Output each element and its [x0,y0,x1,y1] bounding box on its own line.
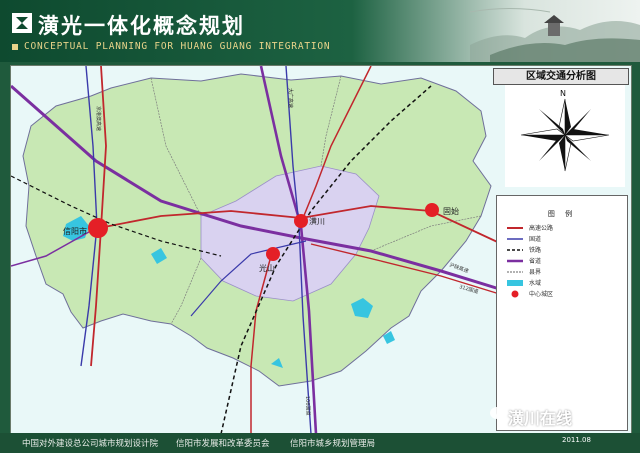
watermark-text: 潢川在线 [508,409,573,428]
svg-text:N: N [560,89,566,98]
page-title: 潢光一体化概念规划 [38,14,245,38]
logo-icon [12,13,32,33]
city-marker-xinyang [88,218,108,238]
legend-title: 图 例 [547,210,577,218]
legend-item: 水域 [507,279,617,287]
panel-title: 区域交通分析图 [493,68,629,85]
footer-org-3: 信阳市城乡规划管理局 [290,439,376,449]
railway-line-icon [507,249,523,251]
footer-org-2: 信阳市发展和改革委员会 [176,439,270,449]
legend-item: 国道 [507,235,617,243]
center-city-dot-icon [511,290,519,298]
road-label: 京港澳高速 [95,106,102,131]
water-swatch-icon [507,280,523,286]
landscape-illustration [470,8,640,62]
legend-item: 县界 [507,268,617,276]
legend-item: 中心城区 [507,290,617,298]
footer-org-1: 中国对外建设总公司城市规划设计院 [22,439,159,449]
legend-item: 铁路 [507,246,617,254]
footer-bar: 中国对外建设总公司城市规划设计院 信阳市发展和改革委员会 信阳市城乡规划管理局 [0,433,640,453]
city-label-huangchuan: 潢川 [309,216,325,226]
provincial-road-line-icon [507,259,523,263]
north-arrow-icon: N [520,89,610,172]
city-label-gushi: 固始 [443,206,459,216]
legend-item: 省道 [507,257,617,265]
city-marker-guangshan [266,247,280,261]
legend-item: 高速公路 [507,224,617,232]
national-road-line-icon [507,238,523,240]
legend-panel: 图 例 高速公路 国道 铁路 省道 县界 水域 中心城区 [496,195,628,431]
compass-panel: N [505,85,625,187]
road-label: 大广高速 [287,88,294,108]
page-subtitle: CONCEPTUAL PLANNING FOR HUANG GUANG INTE… [12,41,330,52]
header-banner: 潢光一体化概念规划 CONCEPTUAL PLANNING FOR HUANG … [0,0,640,62]
city-marker-gushi [425,203,439,217]
footer-date: 2011.08 [562,436,591,444]
wechat-icon [490,407,508,421]
city-label-xinyang: 信阳市 [63,226,87,236]
city-marker-huangchuan [294,214,308,228]
county-boundary-line-icon [507,271,523,273]
road-label: 106国道 [304,396,312,416]
city-label-guangshan: 光山 [259,263,275,273]
highway-line-icon [507,227,523,229]
